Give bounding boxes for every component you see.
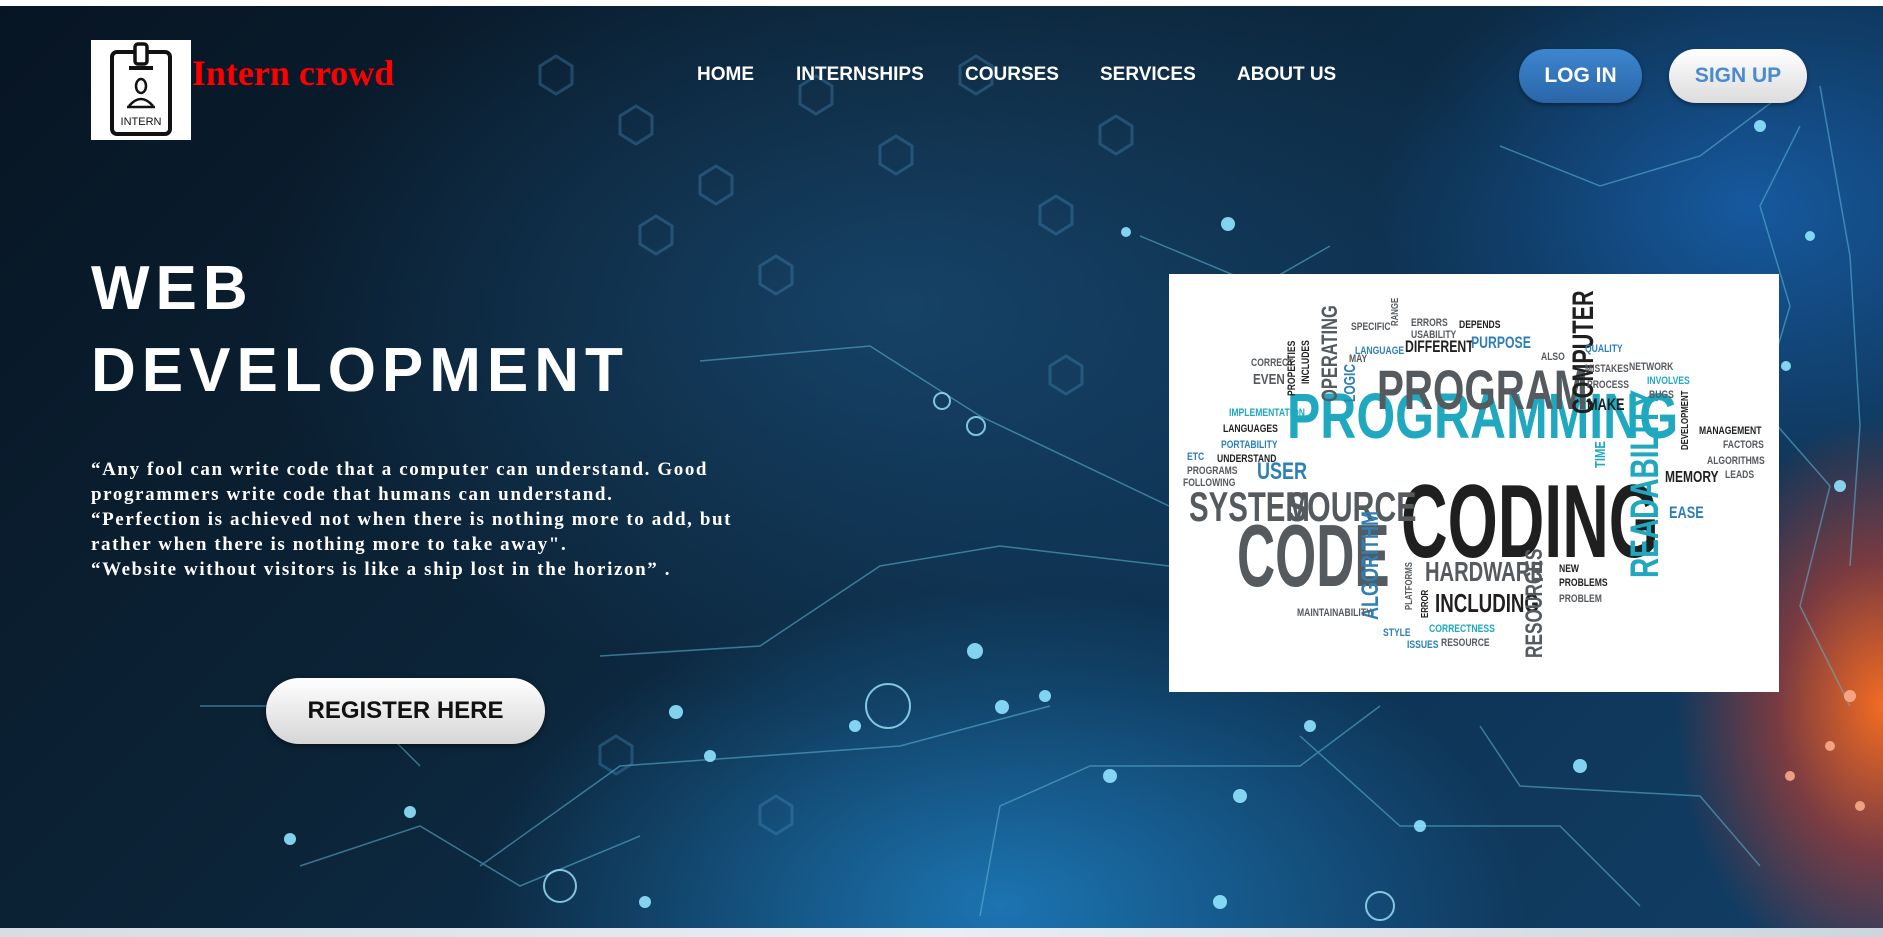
id-badge-icon: INTERN xyxy=(110,42,172,136)
word-errors: ERRORS xyxy=(1411,317,1448,329)
word-style: STYLE xyxy=(1383,627,1411,639)
word-error: ERROR xyxy=(1420,589,1431,618)
word-properties: PROPERTIES xyxy=(1286,340,1298,396)
word-etc: ETC xyxy=(1187,451,1205,463)
login-button[interactable]: LOG IN xyxy=(1519,49,1642,103)
logo-text: INTERN xyxy=(121,116,162,128)
word-correctness: CORRECTNESS xyxy=(1429,623,1495,635)
word-time: TIME xyxy=(1592,441,1609,468)
word-portability: PORTABILITY xyxy=(1221,439,1278,451)
word-program: PROGRAM xyxy=(1377,358,1588,421)
word-bugs: BUGS xyxy=(1649,389,1674,401)
nav-courses[interactable]: COURSES xyxy=(965,64,1059,86)
signup-button[interactable]: SIGN UP xyxy=(1669,49,1807,103)
word-make: MAKE xyxy=(1587,395,1625,414)
word-platforms: PLATFORMS xyxy=(1404,562,1415,610)
word-new: NEW xyxy=(1559,563,1580,575)
quote-line: rather when there is nothing more to tak… xyxy=(91,534,568,555)
word-process: PROCESS xyxy=(1587,379,1629,391)
section-divider xyxy=(0,928,1883,937)
word-understand: UNDERSTAND xyxy=(1217,453,1277,465)
programming-word-cloud-image: PROGRAMMING CODING CODE PROGRAM SYSTEM S… xyxy=(1169,274,1779,692)
word-problem: PROBLEM xyxy=(1559,593,1602,605)
nav-services[interactable]: SERVICES xyxy=(1100,64,1196,86)
word-includes: INCLUDES xyxy=(1300,340,1312,384)
word-readability: READABILITY xyxy=(1623,389,1667,578)
word-implementation: IMPLEMENTATION xyxy=(1229,407,1305,419)
word-programs: PROGRAMS xyxy=(1187,465,1238,477)
nav-home[interactable]: HOME xyxy=(697,64,754,86)
quote-line: “Website without visitors is like a ship… xyxy=(91,559,672,580)
hero-title: WEB DEVELOPMENT xyxy=(91,248,629,412)
word-algorithm: ALGORITHM xyxy=(1357,511,1384,620)
word-memory: MEMORY xyxy=(1665,469,1719,486)
quote-line: “Perfection is achieved not when there i… xyxy=(91,509,733,530)
word-problems: PROBLEMS xyxy=(1559,577,1608,589)
intern-badge-logo[interactable]: INTERN xyxy=(91,40,191,140)
word-usability: USABILITY xyxy=(1411,329,1457,341)
nav-internships[interactable]: INTERNSHIPS xyxy=(796,64,924,86)
word-algorithms: ALGORITHMS xyxy=(1707,455,1765,467)
word-maintainability: MAINTAINABILITY xyxy=(1297,607,1372,619)
word-may: MAY xyxy=(1349,353,1368,365)
word-logic: LOGIC xyxy=(1342,363,1359,402)
word-management: MANAGEMENT xyxy=(1699,425,1762,437)
word-specific: SPECIFIC xyxy=(1351,321,1391,333)
hero-title-line-2: DEVELOPMENT xyxy=(91,336,629,405)
word-involves: INVOLVES xyxy=(1647,375,1690,387)
word-range: RANGE xyxy=(1390,297,1401,326)
word-purpose: PURPOSE xyxy=(1471,333,1531,352)
word-issues: ISSUES xyxy=(1407,639,1439,651)
word-depends: DEPENDS xyxy=(1459,319,1501,331)
hero-title-line-1: WEB xyxy=(91,254,254,323)
word-leads: LEADS xyxy=(1725,469,1755,481)
word-development: DEVELOPMENT xyxy=(1680,390,1691,450)
word-operating: OPERATING xyxy=(1317,305,1342,402)
word-resource: RESOURCE xyxy=(1441,637,1490,649)
quote-line: programmers write code that humans can u… xyxy=(91,484,614,505)
word-network: NETWORK xyxy=(1629,361,1674,373)
word-factors: FACTORS xyxy=(1723,439,1764,451)
hero-quotes: “Any fool can write code that a computer… xyxy=(91,457,851,582)
word-quality: QUALITY xyxy=(1585,343,1623,355)
brand-name[interactable]: Intern crowd xyxy=(192,52,394,94)
register-button[interactable]: REGISTER HERE xyxy=(266,678,545,744)
quote-line: “Any fool can write code that a computer… xyxy=(91,459,709,480)
word-mistakes: MISTAKES xyxy=(1585,363,1629,375)
word-languages: LANGUAGES xyxy=(1223,423,1278,435)
word-following: FOLLOWING xyxy=(1183,477,1236,489)
word-ease: EASE xyxy=(1669,503,1704,522)
word-even: EVEN xyxy=(1253,371,1285,388)
nav-about-us[interactable]: ABOUT US xyxy=(1237,64,1336,86)
word-source: SOURCE xyxy=(1287,483,1417,530)
word-also: ALSO xyxy=(1541,351,1565,363)
word-resources: RESOURCES xyxy=(1521,548,1548,658)
